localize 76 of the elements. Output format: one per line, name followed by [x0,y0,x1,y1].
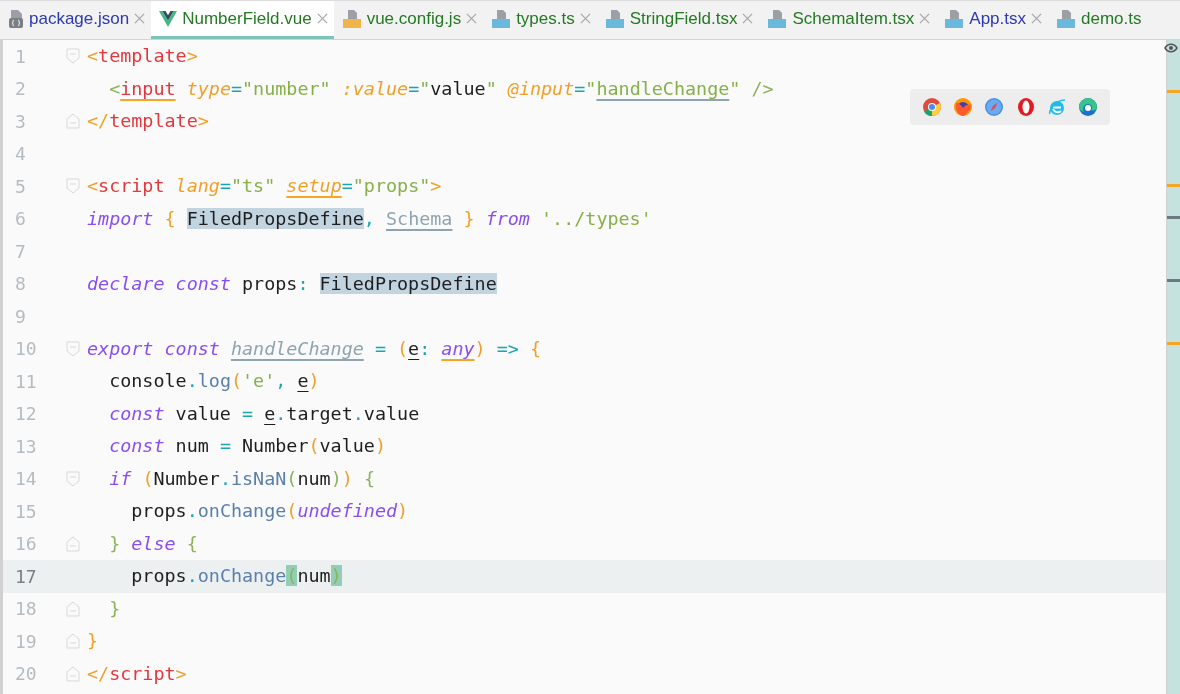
line-number: 17 [14,564,38,589]
tab-label: App.tsx [969,7,1026,30]
tab-label: demo.ts [1081,7,1142,30]
file-type-icon [491,9,512,28]
fold-icon[interactable] [66,600,80,617]
line-number: 14 [14,467,38,492]
browser-icon[interactable] [921,97,942,117]
file-type-icon [944,9,965,28]
close-icon[interactable] [134,13,146,24]
fold-icon[interactable] [66,340,80,357]
fold-icon[interactable] [66,470,80,487]
line-number: 18 [14,597,38,622]
code-text: props.onChange(undefined) [130,499,409,524]
line-number: 4 [14,142,27,167]
line-number: 6 [14,207,27,232]
code-text: if (Number.isNaN(num)) { [108,466,375,491]
line-number: 10 [14,337,38,362]
code-text: </script> [86,661,187,686]
code-text: export const handleChange = (e: any) => { [86,336,541,361]
line-number: 9 [14,304,27,329]
browser-icon[interactable] [953,97,973,117]
code-text: } [108,596,121,621]
file-type-icon [1056,9,1076,28]
tab-label: NumberField.vue [182,7,312,30]
code-text: import { FiledPropsDefine, Schema } from '../types' [86,206,652,231]
tab-label: vue.config.js [366,7,462,30]
file-type-icon [341,9,362,28]
tab-label: package.json [29,7,130,30]
line-number: 19 [14,629,38,654]
fold-icon[interactable] [66,178,80,195]
tab-label: StringField.tsx [629,7,738,30]
code-text: props.onChange(num) [130,564,342,589]
code-text: console.log('e', e) [108,369,320,394]
line-number: 11 [14,369,38,394]
line-number: 13 [14,434,38,459]
file-type-icon [604,9,625,28]
code-text: } [86,629,99,654]
line-number: 3 [14,109,27,134]
fold-icon[interactable] [66,113,80,130]
browser-icon[interactable] [984,97,1005,117]
file-type-icon [767,9,788,28]
vue-file-icon [159,10,178,27]
editor-tab[interactable]: NumberField.vue [151,1,334,39]
code-text: declare const props: FiledPropsDefine [86,271,497,296]
line-number: 8 [14,272,27,297]
json-file-icon [8,9,24,28]
code-text: <input type="number" :value="value" @input="handleChange" /> [108,76,774,101]
close-icon[interactable] [466,13,478,24]
code-text: <script lang="ts" setup="props"> [86,174,442,199]
fold-icon[interactable] [66,535,80,552]
browser-icon[interactable] [1015,97,1036,117]
tab-label: types.ts [516,7,575,30]
line-number: 2 [14,77,27,102]
browser-icon[interactable] [1078,97,1099,117]
code-text: <template> [86,44,198,69]
code-text: const value = e.target.value [108,401,420,426]
line-number: 16 [14,532,38,557]
fold-icon[interactable] [66,633,80,650]
code-text: </template> [86,109,209,134]
eye-icon[interactable] [1164,43,1178,53]
line-number: 12 [14,402,38,427]
line-number: 5 [14,174,27,199]
line-number: 1 [14,44,27,69]
code-text: const num = Number(value) [108,434,386,459]
line-number: 7 [14,239,27,264]
code-text: } else { [108,531,198,556]
close-icon[interactable] [1031,13,1042,24]
line-number: 15 [14,499,38,524]
close-icon[interactable] [919,13,931,24]
tab-label: SchemaItem.tsx [792,7,915,30]
line-number: 20 [14,662,38,687]
close-icon[interactable] [316,13,328,24]
fold-icon[interactable] [66,48,80,65]
close-icon[interactable] [742,13,754,24]
fold-icon[interactable] [66,665,80,682]
close-icon[interactable] [579,13,591,24]
